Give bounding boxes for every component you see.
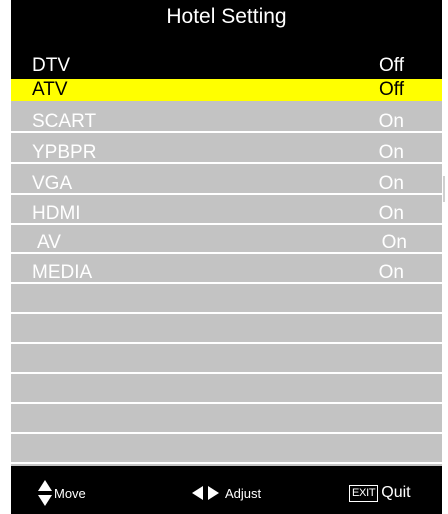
adjust-hint: Adjust <box>192 481 261 505</box>
menu-item-label: AV <box>37 232 61 253</box>
menu-item-value: On <box>378 142 404 163</box>
move-hint: Move <box>38 480 86 506</box>
menu-list: ATV Off SCART On YPBPR On VGA On HDMI On… <box>11 79 442 466</box>
menu-item-vga[interactable]: VGA On <box>11 173 442 195</box>
scrollbar-tick <box>443 176 445 202</box>
move-label: Move <box>54 485 86 501</box>
up-down-arrows-icon <box>38 480 52 506</box>
empty-row <box>11 382 442 404</box>
menu-item-value: On <box>378 173 404 194</box>
menu-item-ypbpr[interactable]: YPBPR On <box>11 142 442 164</box>
menu-item-hdmi[interactable]: HDMI On <box>11 203 442 225</box>
quit-hint: EXIT Quit <box>349 481 411 505</box>
empty-row <box>11 292 442 314</box>
menu-item-value: Off <box>379 55 404 76</box>
menu-item-label: HDMI <box>32 203 81 224</box>
empty-row <box>11 322 442 344</box>
menu-item-media[interactable]: MEDIA On <box>11 262 442 284</box>
menu-item-label: MEDIA <box>32 262 93 283</box>
menu-item-label: ATV <box>32 79 68 100</box>
menu-item-av[interactable]: AV On <box>11 232 442 254</box>
menu-item-value: On <box>378 111 404 132</box>
footer-hints: Move Adjust EXIT Quit <box>11 466 442 514</box>
menu-item-value: On <box>381 232 407 253</box>
menu-item-label: VGA <box>32 173 73 194</box>
menu-item-value: Off <box>379 79 404 100</box>
empty-row <box>11 352 442 374</box>
adjust-label: Adjust <box>225 485 262 501</box>
hotel-setting-menu: Hotel Setting DTV Off ATV Off SCART On Y… <box>11 0 442 514</box>
quit-label: Quit <box>381 484 411 501</box>
menu-item-atv[interactable]: ATV Off <box>11 79 442 101</box>
menu-item-label: YPBPR <box>32 142 97 163</box>
left-right-arrows-icon <box>192 486 219 500</box>
menu-item-scart[interactable]: SCART On <box>11 111 442 133</box>
menu-item-dtv[interactable]: DTV Off <box>11 50 442 79</box>
menu-item-label: DTV <box>32 55 70 76</box>
menu-item-value: On <box>378 203 404 224</box>
exit-key-icon: EXIT <box>349 484 379 502</box>
menu-item-value: On <box>378 262 404 283</box>
empty-row <box>11 442 442 464</box>
empty-row <box>11 412 442 434</box>
menu-item-label: SCART <box>32 111 97 132</box>
menu-title: Hotel Setting <box>166 5 287 28</box>
